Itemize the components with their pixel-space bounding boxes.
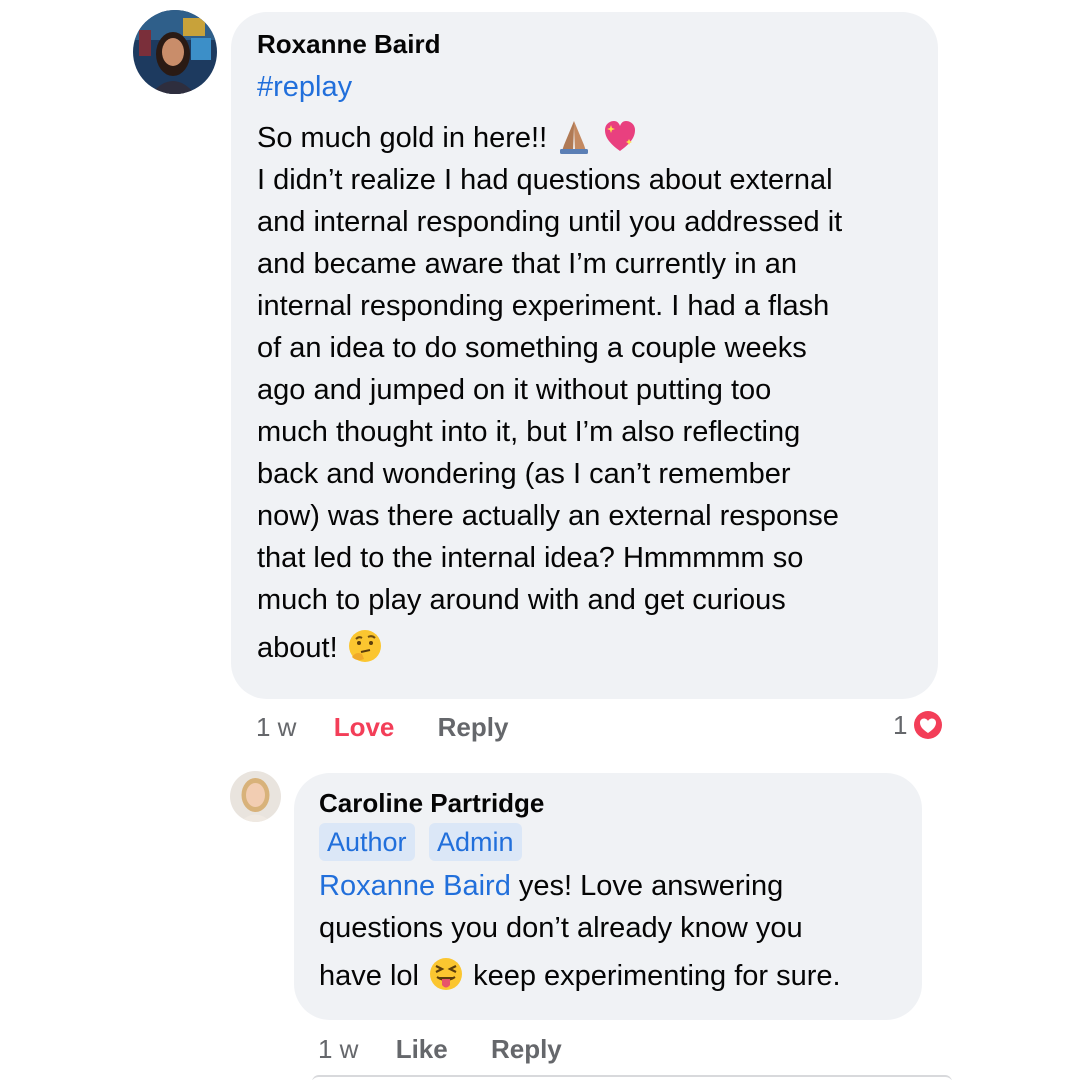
avatar[interactable] — [133, 10, 217, 94]
sparkling-heart-emoji — [601, 117, 639, 155]
reply-button[interactable]: Reply — [491, 1034, 562, 1064]
comment-line: Roxanne Baird yes! Love answering — [319, 865, 898, 907]
comment-thread: Roxanne Baird #replay So much gold in he… — [0, 0, 1080, 1080]
comment-line: So much gold in here!! — [257, 117, 912, 159]
avatar[interactable] — [230, 771, 281, 822]
comment-text: Roxanne Baird yes! Love answering questi… — [319, 865, 898, 1003]
comment-line: and internal responding until you addres… — [257, 206, 843, 238]
love-button[interactable]: Love — [334, 712, 395, 742]
author-badge: Author — [319, 823, 415, 861]
comment-actions: 1 w Like Reply — [318, 1032, 598, 1064]
reaction-summary[interactable]: 1 — [893, 708, 945, 742]
comment-line: now) was there actually an external resp… — [257, 500, 839, 532]
comment-line: ago and jumped on it without putting too — [257, 374, 772, 406]
hashtag-link[interactable]: #replay — [257, 69, 912, 105]
heart-icon — [911, 708, 945, 742]
admin-badge: Admin — [429, 823, 522, 861]
comment-line: internal responding experiment. I had a … — [257, 290, 830, 322]
comment-author[interactable]: Roxanne Baird — [257, 30, 912, 58]
mention-link[interactable]: Roxanne Baird — [319, 870, 511, 902]
comment-bubble: Roxanne Baird #replay So much gold in he… — [231, 12, 938, 699]
comment-author[interactable]: Caroline Partridge — [319, 789, 898, 817]
comment-line-text: keep experimenting for sure. — [465, 960, 841, 992]
author-badges: Author Admin — [319, 823, 898, 863]
thinking-face-emoji — [346, 627, 384, 665]
comment-line: that led to the internal idea? Hmmmmm so — [257, 542, 804, 574]
folded-hands-emoji — [555, 117, 593, 155]
comment-line: have lol keep experimenting for sure. — [319, 949, 898, 1003]
comment-line: about! — [257, 621, 912, 675]
comment-line: much to play around with and get curious — [257, 584, 786, 616]
next-comment-edge — [312, 1075, 952, 1080]
comment-line: questions you don’t already know you — [319, 912, 803, 944]
comment-line: of an idea to do something a couple week… — [257, 332, 807, 364]
comment-line: I didn’t realize I had questions about e… — [257, 164, 833, 196]
comment-timestamp[interactable]: 1 w — [256, 712, 296, 742]
comment-timestamp[interactable]: 1 w — [318, 1034, 358, 1064]
comment-line-text: about! — [257, 632, 338, 664]
like-button[interactable]: Like — [396, 1034, 448, 1064]
comment-actions: 1 w Love Reply — [256, 710, 544, 742]
comment-text: So much gold in here!! I didn’t realize … — [257, 117, 912, 675]
squinting-face-with-tongue-emoji — [427, 955, 465, 993]
comment-line-text: have lol — [319, 960, 419, 992]
reply-button[interactable]: Reply — [438, 712, 509, 742]
reaction-count: 1 — [893, 709, 908, 740]
comment-line: much thought into it, but I’m also refle… — [257, 416, 801, 448]
reply-bubble: Caroline Partridge Author Admin Roxanne … — [294, 773, 922, 1020]
comment-line-text: yes! Love answering — [510, 870, 784, 902]
comment-line: and became aware that I’m currently in a… — [257, 248, 797, 280]
comment-line: back and wondering (as I can’t remember — [257, 458, 791, 490]
comment-line-text: So much gold in here!! — [257, 122, 548, 154]
